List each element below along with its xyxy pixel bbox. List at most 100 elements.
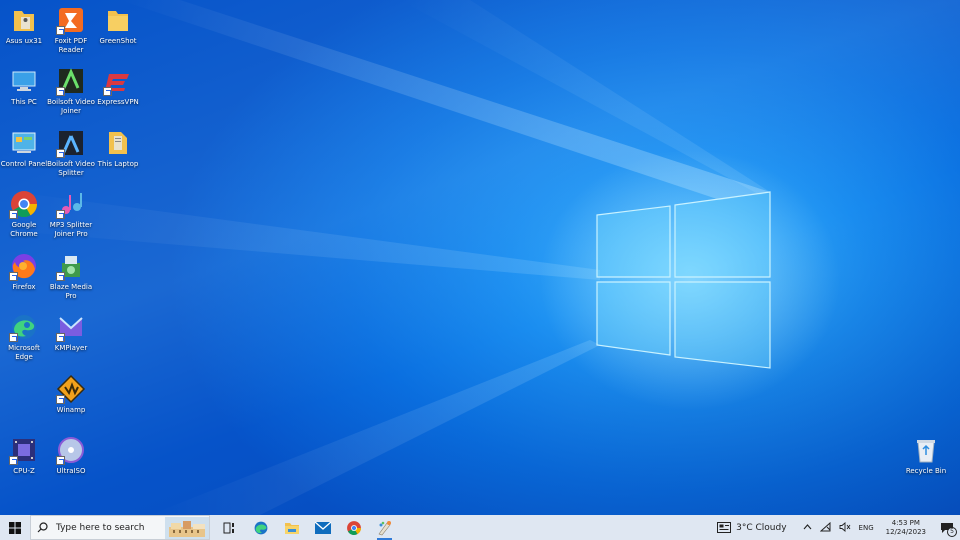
task-view-button[interactable] bbox=[214, 515, 245, 540]
start-button[interactable] bbox=[0, 515, 30, 540]
folder-icon bbox=[103, 5, 133, 35]
icon-label: Foxit PDF Reader bbox=[54, 37, 88, 54]
desktop-icon-mp3-splitter-joiner[interactable]: MP3 Splitter Joiner Pro bbox=[47, 189, 95, 239]
desktop-icon-this-laptop[interactable]: This Laptop bbox=[94, 128, 142, 169]
edge-icon bbox=[9, 312, 39, 342]
taskbar-file-explorer-button[interactable] bbox=[276, 515, 307, 540]
disc-icon bbox=[56, 435, 86, 465]
icon-label: KMPlayer bbox=[54, 344, 88, 352]
notification-center-button[interactable]: 5 bbox=[934, 515, 960, 540]
cpu-z-icon bbox=[9, 435, 39, 465]
shortcut-arrow-icon bbox=[56, 456, 65, 465]
paint-icon bbox=[378, 520, 391, 535]
icon-label: This Laptop bbox=[97, 160, 139, 168]
blaze-media-icon bbox=[56, 251, 86, 281]
icon-label: Winamp bbox=[56, 406, 86, 414]
computer-icon bbox=[9, 66, 39, 96]
icon-label: Control Panel bbox=[0, 160, 48, 168]
icon-label: CPU-Z bbox=[13, 467, 35, 475]
search-placeholder: Type here to search bbox=[56, 522, 145, 533]
clock-date: 12/24/2023 bbox=[885, 527, 926, 536]
shortcut-arrow-icon bbox=[56, 333, 65, 342]
shortcut-arrow-icon bbox=[56, 272, 65, 281]
desktop-icon-cpu-z[interactable]: CPU-Z bbox=[0, 435, 48, 476]
task-view-icon bbox=[223, 522, 234, 533]
language-indicator[interactable]: ENG bbox=[859, 524, 874, 532]
icon-label: Recycle Bin bbox=[905, 467, 947, 475]
chevron-up-icon[interactable] bbox=[803, 523, 812, 532]
shortcut-arrow-icon bbox=[56, 26, 65, 35]
search-highlight-illustration-icon bbox=[165, 517, 209, 539]
system-tray: ENG bbox=[799, 521, 878, 534]
desktop-icon-microsoft-edge[interactable]: Microsoft Edge bbox=[0, 312, 48, 362]
desktop[interactable]: Asus ux31 This PC Control Panel Google C… bbox=[0, 0, 960, 515]
music-notes-icon bbox=[56, 189, 86, 219]
icon-label: This PC bbox=[11, 98, 37, 106]
folder-user-icon bbox=[9, 5, 39, 35]
taskbar: Type here to search 3°C Cloudy ENG 4:53 … bbox=[0, 515, 960, 540]
control-panel-icon bbox=[9, 128, 39, 158]
folder-document-icon bbox=[103, 128, 133, 158]
edge-icon bbox=[254, 521, 267, 534]
icon-label: Google Chrome bbox=[10, 221, 38, 238]
taskbar-chrome-button[interactable] bbox=[338, 515, 369, 540]
weather-text: 3°C Cloudy bbox=[736, 522, 787, 533]
icon-label: MP3 Splitter Joiner Pro bbox=[49, 221, 93, 238]
shortcut-arrow-icon bbox=[56, 210, 65, 219]
icon-label: Firefox bbox=[12, 283, 36, 291]
taskbar-edge-button[interactable] bbox=[245, 515, 276, 540]
desktop-icon-firefox[interactable]: Firefox bbox=[0, 251, 48, 292]
shortcut-arrow-icon bbox=[103, 87, 112, 96]
desktop-icon-recycle-bin[interactable]: Recycle Bin bbox=[902, 435, 950, 476]
desktop-icon-ultraiso[interactable]: UltraISO bbox=[47, 435, 95, 476]
chrome-icon bbox=[9, 189, 39, 219]
desktop-icon-boilsoft-video-joiner[interactable]: Boilsoft Video Joiner bbox=[47, 66, 95, 116]
icon-label: Boilsoft Video Joiner bbox=[47, 98, 95, 115]
shortcut-arrow-icon bbox=[56, 395, 65, 404]
weather-icon bbox=[717, 522, 732, 533]
desktop-icon-kmplayer[interactable]: KMPlayer bbox=[47, 312, 95, 353]
network-icon[interactable] bbox=[819, 521, 831, 534]
weather-widget[interactable]: 3°C Cloudy bbox=[717, 522, 787, 533]
search-icon bbox=[37, 522, 48, 533]
folder-icon bbox=[284, 522, 299, 534]
clock[interactable]: 4:53 PM 12/24/2023 bbox=[886, 519, 926, 537]
desktop-icon-this-pc[interactable]: This PC bbox=[0, 66, 48, 107]
boilsoft-splitter-icon bbox=[56, 128, 86, 158]
wallpaper-beams bbox=[0, 0, 840, 515]
desktop-icon-google-chrome[interactable]: Google Chrome bbox=[0, 189, 48, 239]
icon-label: ExpressVPN bbox=[97, 98, 139, 106]
shortcut-arrow-icon bbox=[9, 210, 18, 219]
taskbar-paint-button[interactable] bbox=[369, 515, 400, 540]
desktop-icon-expressvpn[interactable]: ExpressVPN bbox=[94, 66, 142, 107]
chrome-icon bbox=[346, 520, 361, 535]
desktop-icon-asus[interactable]: Asus ux31 bbox=[0, 5, 48, 46]
windows-logo-icon bbox=[9, 521, 21, 534]
volume-muted-icon[interactable] bbox=[839, 521, 851, 534]
desktop-icon-winamp[interactable]: Winamp bbox=[47, 374, 95, 415]
desktop-icon-boilsoft-video-splitter[interactable]: Boilsoft Video Splitter bbox=[47, 128, 95, 178]
recycle-bin-icon bbox=[911, 435, 941, 465]
taskbar-mail-button[interactable] bbox=[307, 515, 338, 540]
icon-label: GreenShot bbox=[99, 37, 137, 45]
desktop-icon-blaze-media-pro[interactable]: Blaze Media Pro bbox=[47, 251, 95, 301]
winamp-icon bbox=[56, 374, 86, 404]
expressvpn-icon bbox=[103, 66, 133, 96]
icon-label: Asus ux31 bbox=[5, 37, 43, 45]
kmplayer-icon bbox=[56, 312, 86, 342]
shortcut-arrow-icon bbox=[9, 333, 18, 342]
icon-label: Boilsoft Video Splitter bbox=[47, 160, 95, 177]
desktop-icon-foxit-pdf-reader[interactable]: Foxit PDF Reader bbox=[47, 5, 95, 55]
firefox-icon bbox=[9, 251, 39, 281]
mail-icon bbox=[314, 521, 331, 534]
icon-label: UltraISO bbox=[56, 467, 86, 475]
shortcut-arrow-icon bbox=[9, 272, 18, 281]
desktop-icon-greenshot[interactable]: GreenShot bbox=[94, 5, 142, 46]
shortcut-arrow-icon bbox=[56, 87, 65, 96]
desktop-icon-control-panel[interactable]: Control Panel bbox=[0, 128, 48, 169]
icon-label: Blaze Media Pro bbox=[49, 283, 93, 300]
taskbar-search[interactable]: Type here to search bbox=[30, 515, 210, 540]
windows-logo-wallpaper bbox=[596, 191, 771, 369]
icon-label: Microsoft Edge bbox=[8, 344, 40, 361]
clock-time: 4:53 PM bbox=[891, 518, 920, 527]
